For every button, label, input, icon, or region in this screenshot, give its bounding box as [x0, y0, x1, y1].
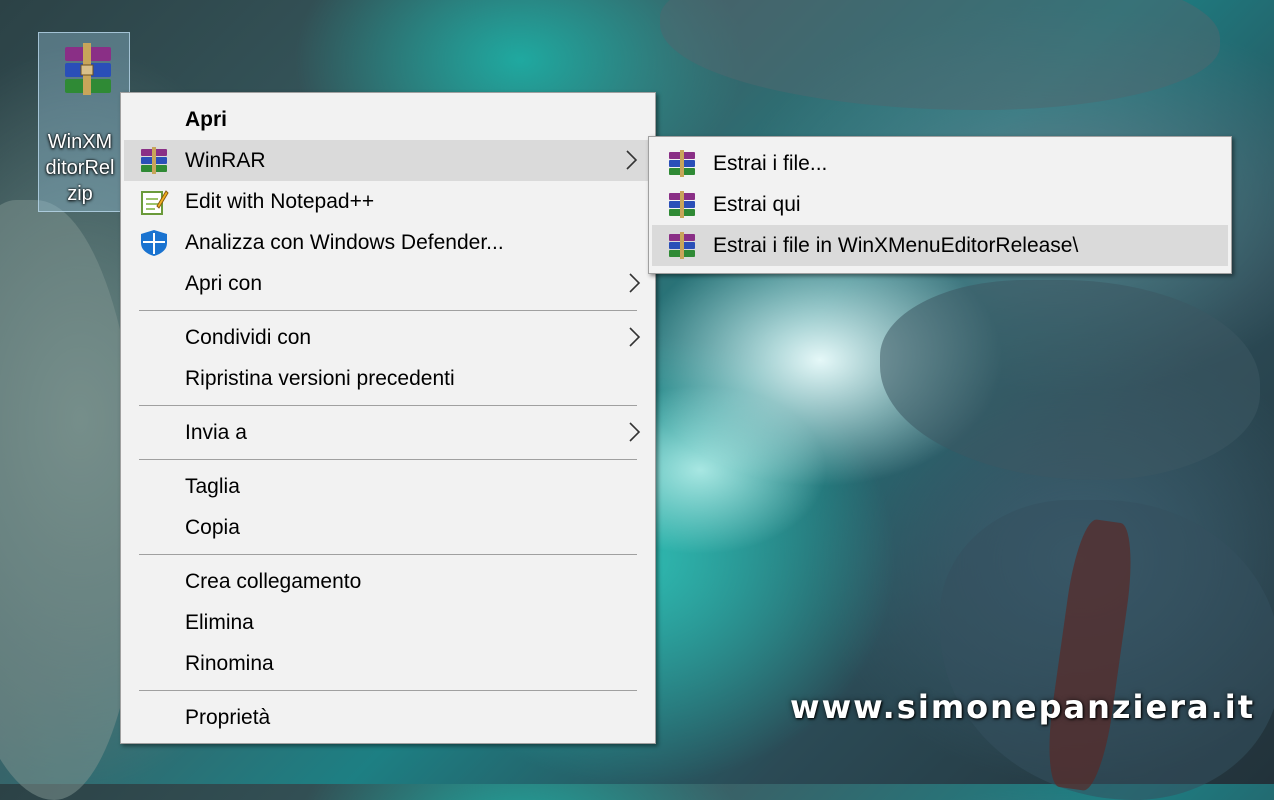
menu-item-label: Apri — [185, 108, 227, 131]
menu-item-windows-defender[interactable]: Analizza con Windows Defender... — [121, 222, 655, 263]
winrar-archive-icon — [65, 43, 111, 95]
menu-item-label: Crea collegamento — [185, 570, 362, 593]
menu-item-copia[interactable]: Copia — [121, 507, 655, 548]
chevron-right-icon — [629, 327, 641, 347]
menu-item-label: Ripristina versioni precedenti — [185, 367, 455, 390]
menu-item-label: Proprietà — [185, 706, 271, 729]
menu-item-crea-collegamento[interactable]: Crea collegamento — [121, 561, 655, 602]
winrar-submenu: Estrai i file... Estrai qui Estrai i fil… — [648, 136, 1232, 274]
background-rock — [880, 280, 1260, 480]
background-rock — [0, 200, 140, 800]
menu-item-invia-a[interactable]: Invia a — [121, 412, 655, 453]
menu-item-proprieta[interactable]: Proprietà — [121, 697, 655, 738]
menu-item-label: Apri con — [185, 272, 263, 295]
menu-item-apri-con[interactable]: Apri con — [121, 263, 655, 304]
menu-item-edit-notepadpp[interactable]: Edit with Notepad++ — [121, 181, 655, 222]
submenu-item-estrai-qui[interactable]: Estrai qui — [649, 184, 1231, 225]
desktop-file-label: WinXM ditorRel zip — [45, 131, 115, 205]
menu-item-label: Elimina — [185, 611, 254, 634]
menu-item-elimina[interactable]: Elimina — [121, 602, 655, 643]
menu-item-winrar[interactable]: WinRAR — [124, 140, 652, 181]
menu-separator — [139, 554, 637, 555]
chevron-right-icon — [629, 273, 641, 293]
menu-item-label: Condividi con — [185, 326, 312, 349]
winrar-icon — [669, 232, 695, 259]
submenu-item-label: Estrai i file in WinXMenuEditorRelease\ — [713, 234, 1079, 257]
chevron-right-icon — [629, 422, 641, 442]
menu-item-label: Edit with Notepad++ — [185, 190, 375, 213]
menu-separator — [139, 459, 637, 460]
submenu-item-estrai-in-cartella[interactable]: Estrai i file in WinXMenuEditorRelease\ — [652, 225, 1228, 266]
menu-item-label: Copia — [185, 516, 240, 539]
winrar-icon — [669, 150, 695, 177]
menu-item-ripristina-versioni[interactable]: Ripristina versioni precedenti — [121, 358, 655, 399]
menu-item-label: Rinomina — [185, 652, 274, 675]
menu-item-label: Invia a — [185, 421, 247, 444]
menu-item-label: Analizza con Windows Defender... — [185, 231, 504, 254]
submenu-item-label: Estrai qui — [713, 193, 801, 216]
menu-separator — [139, 690, 637, 691]
notepadpp-icon — [141, 190, 169, 215]
winrar-icon — [141, 147, 167, 174]
background-rock — [660, 0, 1220, 110]
menu-item-taglia[interactable]: Taglia — [121, 466, 655, 507]
menu-item-label: Taglia — [185, 475, 240, 498]
menu-item-label: WinRAR — [185, 149, 266, 172]
windows-defender-icon — [141, 230, 167, 256]
menu-item-condividi-con[interactable]: Condividi con — [121, 317, 655, 358]
menu-item-apri[interactable]: Apri — [121, 99, 655, 140]
context-menu: Apri WinRAR Edit with Notepad++ Analizza… — [120, 92, 656, 744]
submenu-item-label: Estrai i file... — [713, 152, 828, 175]
chevron-right-icon — [626, 150, 638, 170]
submenu-item-estrai-file[interactable]: Estrai i file... — [649, 143, 1231, 184]
menu-item-rinomina[interactable]: Rinomina — [121, 643, 655, 684]
desktop-file-icon-selected[interactable]: WinXM ditorRel zip — [38, 32, 130, 212]
menu-separator — [139, 310, 637, 311]
watermark-text: www.simonepanziera.it — [790, 688, 1255, 726]
winrar-icon — [669, 191, 695, 218]
menu-separator — [139, 405, 637, 406]
